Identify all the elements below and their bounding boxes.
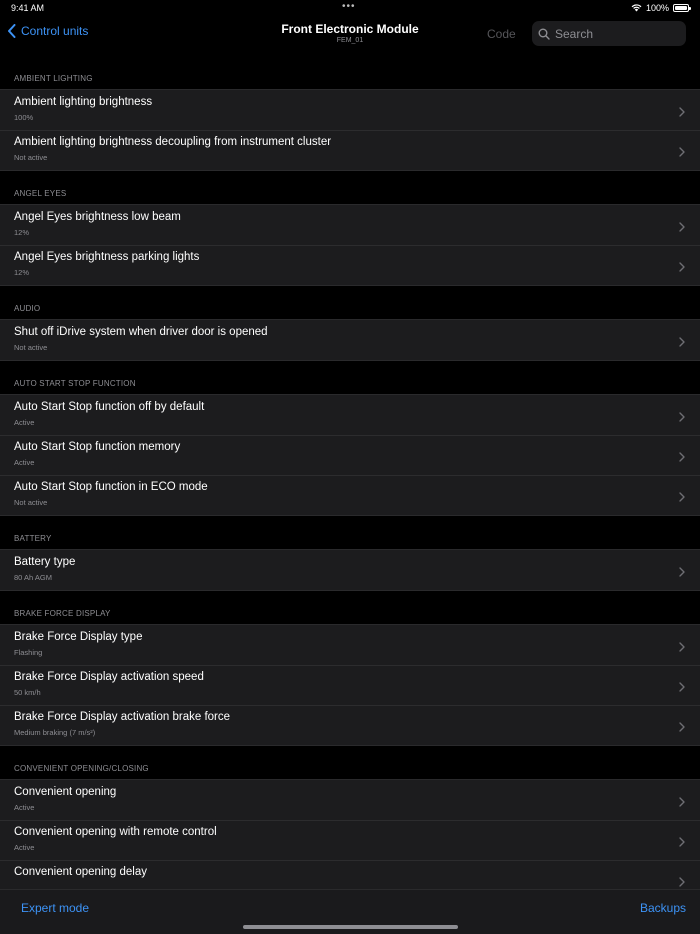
setting-title: Ambient lighting brightness decoupling f… bbox=[14, 136, 332, 148]
section-rows: Angel Eyes brightness low beam 12% Angel E… bbox=[0, 204, 700, 286]
code-button[interactable]: Code bbox=[487, 27, 516, 41]
setting-row[interactable]: Auto Start Stop function memory Active bbox=[0, 435, 700, 475]
section-header: AMBIENT LIGHTING bbox=[14, 74, 93, 83]
setting-row[interactable]: Brake Force Display activation speed 50 k… bbox=[0, 665, 700, 705]
setting-value: Active bbox=[14, 803, 35, 812]
section-rows: Auto Start Stop function off by default A… bbox=[0, 394, 700, 516]
section-rows: Brake Force Display type Flashing Brake Fo… bbox=[0, 624, 700, 746]
status-right: 100% bbox=[631, 3, 691, 13]
setting-title: Angel Eyes brightness low beam bbox=[14, 211, 181, 223]
chevron-right-icon bbox=[679, 639, 685, 657]
settings-section: BRAKE FORCE DISPLAY Brake Force Display t… bbox=[0, 591, 700, 746]
setting-value: Active bbox=[14, 843, 35, 852]
setting-title: Auto Start Stop function memory bbox=[14, 441, 181, 453]
setting-row[interactable]: Auto Start Stop function off by default A… bbox=[0, 395, 700, 435]
setting-title: Auto Start Stop function in ECO mode bbox=[14, 481, 208, 493]
navigation-bar: Control units Front Electronic Module FE… bbox=[0, 16, 700, 56]
chevron-right-icon bbox=[679, 409, 685, 427]
section-header: ANGEL EYES bbox=[14, 189, 67, 198]
setting-title: Convenient opening with remote control bbox=[14, 826, 217, 838]
setting-value: 100% bbox=[14, 113, 34, 122]
chevron-right-icon bbox=[679, 874, 685, 890]
chevron-right-icon bbox=[679, 489, 685, 507]
chevron-right-icon bbox=[679, 259, 685, 277]
search-icon bbox=[538, 28, 550, 40]
settings-section: AMBIENT LIGHTING Ambient lighting brightn… bbox=[0, 56, 700, 171]
bottom-toolbar: Expert mode Backups bbox=[0, 889, 700, 934]
setting-row[interactable]: Battery type 80 Ah AGM bbox=[0, 550, 700, 590]
search-box[interactable] bbox=[532, 21, 686, 46]
section-rows: Convenient opening Active Convenient openi… bbox=[0, 779, 700, 890]
setting-title: Brake Force Display type bbox=[14, 631, 143, 643]
setting-value: 50 km/h bbox=[14, 688, 41, 697]
setting-row[interactable]: Brake Force Display activation brake for… bbox=[0, 705, 700, 745]
section-rows: Shut off iDrive system when driver door … bbox=[0, 319, 700, 361]
section-rows: Ambient lighting brightness 100% Ambient l… bbox=[0, 89, 700, 171]
chevron-right-icon bbox=[679, 719, 685, 737]
setting-row[interactable]: Ambient lighting brightness decoupling f… bbox=[0, 130, 700, 170]
settings-section: ANGEL EYES Angel Eyes brightness low beam… bbox=[0, 171, 700, 286]
setting-value: Flashing bbox=[14, 648, 43, 657]
status-bar: 9:41 AM ••• 100% bbox=[0, 0, 700, 16]
setting-row[interactable]: Brake Force Display type Flashing bbox=[0, 625, 700, 665]
chevron-right-icon bbox=[679, 334, 685, 352]
chevron-right-icon bbox=[679, 794, 685, 812]
battery-percent: 100% bbox=[645, 3, 669, 13]
multitasking-dots[interactable]: ••• bbox=[342, 1, 356, 12]
section-header: AUDIO bbox=[14, 304, 41, 313]
section-header: BATTERY bbox=[14, 534, 52, 543]
wifi-icon bbox=[631, 4, 642, 12]
setting-title: Battery type bbox=[14, 556, 76, 568]
setting-title: Ambient lighting brightness bbox=[14, 96, 153, 108]
setting-row[interactable]: Convenient opening Active bbox=[0, 780, 700, 820]
setting-value: 12% bbox=[14, 268, 30, 277]
setting-row[interactable]: Auto Start Stop function in ECO mode Not … bbox=[0, 475, 700, 515]
setting-row[interactable]: Convenient opening with remote control Ac… bbox=[0, 820, 700, 860]
setting-row[interactable]: Angel Eyes brightness low beam 12% bbox=[0, 205, 700, 245]
setting-value: Medium braking (7 m/s²) bbox=[14, 728, 96, 737]
setting-row[interactable]: Angel Eyes brightness parking lights 12% bbox=[0, 245, 700, 285]
setting-value: Not active bbox=[14, 153, 48, 162]
expert-mode-button[interactable]: Expert mode bbox=[21, 901, 89, 915]
setting-row[interactable]: Convenient opening delay bbox=[0, 860, 700, 890]
setting-value: Not active bbox=[14, 498, 48, 507]
setting-title: Brake Force Display activation speed bbox=[14, 671, 204, 683]
search-input[interactable] bbox=[555, 26, 675, 41]
setting-title: Shut off iDrive system when driver door … bbox=[14, 326, 268, 338]
battery-icon bbox=[673, 4, 691, 12]
section-header: AUTO START STOP FUNCTION bbox=[14, 379, 136, 388]
setting-row[interactable]: Ambient lighting brightness 100% bbox=[0, 90, 700, 130]
status-time: 9:41 AM bbox=[11, 3, 45, 13]
settings-section: BATTERY Battery type 80 Ah AGM bbox=[0, 516, 700, 591]
chevron-right-icon bbox=[679, 449, 685, 467]
chevron-right-icon bbox=[679, 834, 685, 852]
setting-value: Not active bbox=[14, 343, 48, 352]
setting-row[interactable]: Shut off iDrive system when driver door … bbox=[0, 320, 700, 360]
setting-value: 80 Ah AGM bbox=[14, 573, 52, 582]
setting-value: Active bbox=[14, 418, 35, 427]
setting-value: Active bbox=[14, 458, 35, 467]
chevron-right-icon bbox=[679, 104, 685, 122]
section-header: BRAKE FORCE DISPLAY bbox=[14, 609, 111, 618]
settings-section: CONVENIENT OPENING/CLOSING Convenient ope… bbox=[0, 746, 700, 890]
setting-value: 12% bbox=[14, 228, 30, 237]
chevron-right-icon bbox=[679, 219, 685, 237]
settings-list[interactable]: AMBIENT LIGHTING Ambient lighting brightn… bbox=[0, 56, 700, 890]
chevron-right-icon bbox=[679, 564, 685, 582]
setting-title: Brake Force Display activation brake for… bbox=[14, 711, 231, 723]
backups-button[interactable]: Backups bbox=[640, 901, 686, 915]
settings-section: AUDIO Shut off iDrive system when driver … bbox=[0, 286, 700, 361]
section-rows: Battery type 80 Ah AGM bbox=[0, 549, 700, 591]
setting-title: Convenient opening delay bbox=[14, 866, 147, 878]
section-header: CONVENIENT OPENING/CLOSING bbox=[14, 764, 149, 773]
setting-title: Convenient opening bbox=[14, 786, 117, 798]
setting-title: Auto Start Stop function off by default bbox=[14, 401, 205, 413]
chevron-right-icon bbox=[679, 144, 685, 162]
setting-title: Angel Eyes brightness parking lights bbox=[14, 251, 200, 263]
settings-section: AUTO START STOP FUNCTION Auto Start Stop … bbox=[0, 361, 700, 516]
chevron-right-icon bbox=[679, 679, 685, 697]
home-indicator[interactable] bbox=[243, 925, 458, 929]
